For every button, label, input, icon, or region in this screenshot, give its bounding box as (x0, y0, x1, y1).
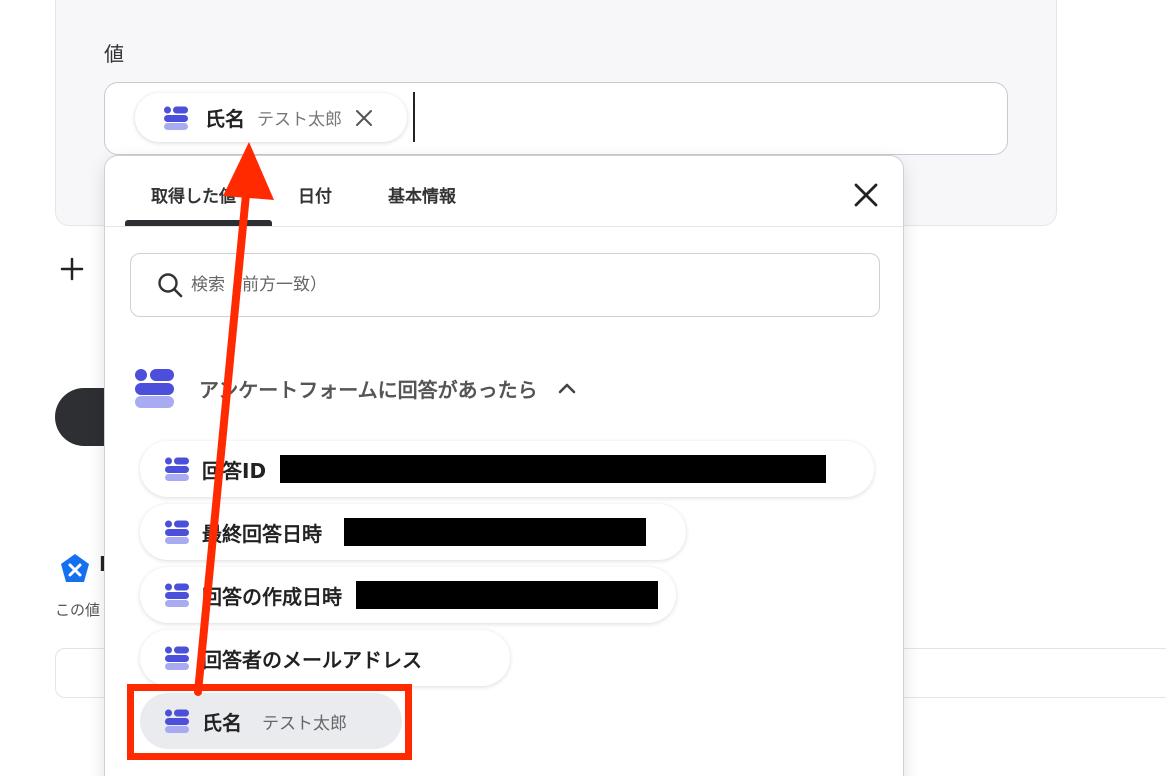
close-popup-icon[interactable] (851, 180, 881, 210)
close-icon (356, 109, 372, 126)
list-item[interactable]: 最終回答日時 (140, 504, 686, 560)
form-icon (165, 520, 189, 544)
item-label: 回答の作成日時 (202, 584, 342, 609)
search-icon (158, 273, 183, 298)
tab-acquired-values[interactable]: 取得した値 (151, 182, 236, 207)
form-icon (135, 369, 174, 408)
tab-basic-info[interactable]: 基本情報 (388, 182, 456, 207)
redacted-value (344, 518, 646, 546)
redacted-value (280, 455, 827, 483)
tab-bar: 取得した値 日付 基本情報 (105, 156, 903, 227)
add-icon[interactable] (58, 252, 86, 286)
form-icon (165, 583, 189, 607)
tab-date[interactable]: 日付 (298, 182, 332, 207)
chip-name: 氏名 (205, 107, 245, 131)
chip-sample-value: テスト太郎 (257, 110, 342, 130)
highlight-box (127, 684, 412, 760)
list-item[interactable]: 回答ID (140, 441, 874, 497)
item-label: 回答ID (202, 458, 267, 483)
variable-chip[interactable]: 氏名 テスト太郎 (135, 93, 407, 142)
variable-picker-popup: 取得した値 日付 基本情報 アンケートフォームに回答があったら (104, 155, 904, 776)
app-root: 値 氏名 テスト太郎 I この値 取得した値 日付 基本情報 検索（前方一致） … (0, 0, 1166, 776)
list-item[interactable]: 回答者のメールアドレス (140, 630, 510, 686)
section-title: アンケートフォームに回答があったら (199, 377, 538, 402)
chip-remove-button[interactable] (354, 108, 374, 128)
text-caret (413, 92, 415, 142)
section-header[interactable]: アンケートフォームに回答があったら (133, 365, 576, 411)
app-logo-icon (61, 554, 89, 582)
field-label: 値 (104, 42, 124, 66)
search-box[interactable] (130, 253, 880, 317)
item-label: 最終回答日時 (202, 521, 322, 546)
redacted-value (356, 581, 658, 609)
form-icon (165, 646, 189, 670)
form-icon (164, 106, 188, 130)
search-input[interactable] (191, 275, 831, 295)
list-item[interactable]: 回答の作成日時 (140, 567, 676, 623)
chevron-up-icon (558, 382, 576, 394)
background-description: この値 (55, 601, 101, 619)
active-tab-indicator (125, 220, 272, 226)
form-icon (165, 457, 189, 481)
item-label: 回答者のメールアドレス (202, 647, 422, 672)
